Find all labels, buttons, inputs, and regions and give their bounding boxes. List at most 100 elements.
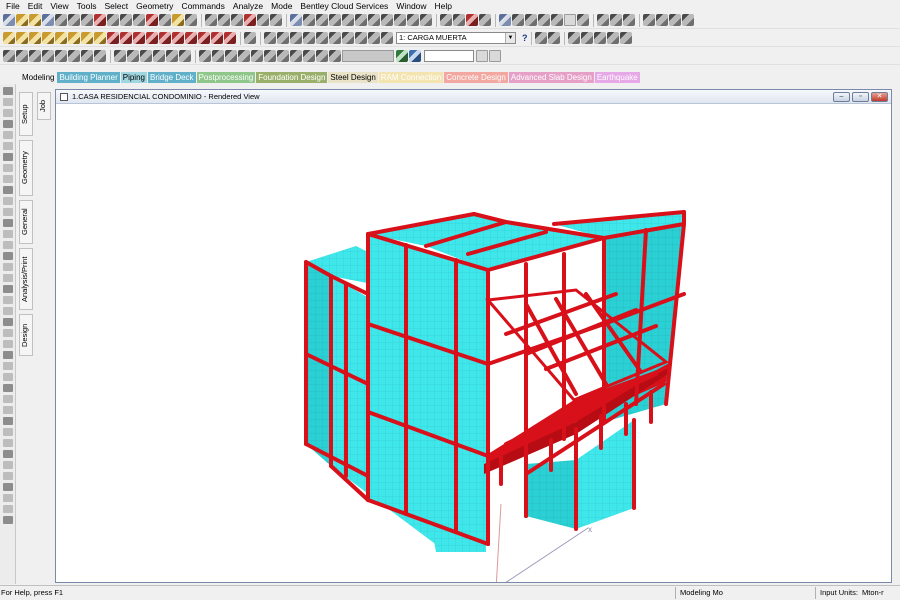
tb1-tool-icon-24[interactable]: [303, 14, 315, 26]
tb1-tool-icon-40[interactable]: [499, 14, 511, 26]
module-tab-steel-design[interactable]: Steel Design: [328, 71, 378, 83]
tb1-tool-icon-33[interactable]: [420, 14, 432, 26]
tb3-tool-icon-19[interactable]: [238, 50, 250, 62]
menu-help[interactable]: Help: [431, 0, 456, 12]
tb1-tool-icon-17[interactable]: [218, 14, 230, 26]
palette-tool-icon-21[interactable]: [3, 318, 13, 326]
tb2b-tool-icon-1[interactable]: [547, 32, 560, 44]
tab-job[interactable]: Job: [37, 92, 51, 120]
tb3-tool-icon-12[interactable]: [153, 50, 165, 62]
tb1-tool-icon-53[interactable]: [656, 14, 668, 26]
palette-tool-icon-16[interactable]: [3, 263, 13, 271]
palette-tool-icon-8[interactable]: [3, 175, 13, 183]
palette-tool-icon-11[interactable]: [3, 208, 13, 216]
palette-tool-icon-10[interactable]: [3, 197, 13, 205]
menu-bentley-cloud-services[interactable]: Bentley Cloud Services: [296, 0, 392, 12]
menu-tools[interactable]: Tools: [73, 0, 101, 12]
module-tab-modeling[interactable]: Modeling: [20, 71, 57, 83]
tb1-tool-icon-36[interactable]: [453, 14, 465, 26]
tb2-tool-icon-3[interactable]: [42, 32, 54, 44]
tb2-tool-icon-17[interactable]: [224, 32, 236, 44]
palette-tool-icon-15[interactable]: [3, 252, 13, 260]
tb3b-tool-icon-1[interactable]: [409, 50, 421, 62]
tb1-tool-icon-11[interactable]: [146, 14, 158, 26]
tb2b-tool-icon-5[interactable]: [593, 32, 606, 44]
tb1-tool-icon-13[interactable]: [172, 14, 184, 26]
tb3-tool-icon-21[interactable]: [264, 50, 276, 62]
palette-tool-icon-27[interactable]: [3, 384, 13, 392]
tb1-tool-icon-42[interactable]: [525, 14, 537, 26]
tb2-tool-icon-16[interactable]: [211, 32, 223, 44]
palette-tool-icon-23[interactable]: [3, 340, 13, 348]
tb1-tool-icon-38[interactable]: [479, 14, 491, 26]
palette-tool-icon-38[interactable]: [3, 505, 13, 513]
tb2-tool-icon-22[interactable]: [277, 32, 289, 44]
tb3-tool-icon-11[interactable]: [140, 50, 152, 62]
palette-tool-icon-25[interactable]: [3, 362, 13, 370]
module-tab-building-planner[interactable]: Building Planner: [57, 71, 120, 83]
tb2-tool-icon-7[interactable]: [94, 32, 106, 44]
tb2-tool-icon-0[interactable]: [3, 32, 15, 44]
menu-analyze[interactable]: Analyze: [229, 0, 267, 12]
tb3-tool-icon-10[interactable]: [127, 50, 139, 62]
tb3-tool-icon-18[interactable]: [225, 50, 237, 62]
tb2-tool-icon-14[interactable]: [185, 32, 197, 44]
view-zoom-field[interactable]: [342, 50, 394, 62]
tb2-tool-icon-8[interactable]: [107, 32, 119, 44]
tb1-tool-icon-27[interactable]: [342, 14, 354, 26]
palette-tool-icon-17[interactable]: [3, 274, 13, 282]
tb1-tool-icon-28[interactable]: [355, 14, 367, 26]
module-tab-ram-connection[interactable]: RAM Connection: [378, 71, 444, 83]
tb2-tool-icon-1[interactable]: [16, 32, 28, 44]
tb1-tool-icon-25[interactable]: [316, 14, 328, 26]
tb3-tool-icon-13[interactable]: [166, 50, 178, 62]
tb2-tool-icon-23[interactable]: [290, 32, 302, 44]
tb1-tool-icon-10[interactable]: [133, 14, 145, 26]
tb2-tool-icon-28[interactable]: [355, 32, 367, 44]
tb1-tool-icon-16[interactable]: [205, 14, 217, 26]
tab-setup[interactable]: Setup: [19, 92, 33, 136]
menu-file[interactable]: File: [2, 0, 24, 12]
tb1-tool-icon-1[interactable]: [16, 14, 28, 26]
tb1-tool-icon-30[interactable]: [381, 14, 393, 26]
minimize-button[interactable]: –: [833, 92, 850, 102]
palette-tool-icon-13[interactable]: [3, 230, 13, 238]
tb2-tool-icon-29[interactable]: [368, 32, 380, 44]
tb1-tool-icon-41[interactable]: [512, 14, 524, 26]
module-tab-postprocessing[interactable]: Postprocessing: [196, 71, 256, 83]
palette-tool-icon-32[interactable]: [3, 439, 13, 447]
restore-button[interactable]: ▫: [852, 92, 869, 102]
menu-window[interactable]: Window: [392, 0, 430, 12]
tb2-tool-icon-21[interactable]: [264, 32, 276, 44]
module-tab-concrete-design[interactable]: Concrete Design: [444, 71, 508, 83]
tb1-tool-icon-45[interactable]: [564, 14, 576, 26]
tb2-tool-icon-5[interactable]: [68, 32, 80, 44]
module-tab-bridge-deck[interactable]: Bridge Deck: [147, 71, 196, 83]
tb3-tool-icon-25[interactable]: [316, 50, 328, 62]
menu-edit[interactable]: Edit: [24, 0, 47, 12]
tb2-tool-icon-13[interactable]: [172, 32, 184, 44]
3d-viewport[interactable]: x: [56, 104, 891, 590]
tb2-tool-icon-9[interactable]: [120, 32, 132, 44]
tb2b-tool-icon-7[interactable]: [619, 32, 632, 44]
tb2-tool-icon-26[interactable]: [329, 32, 341, 44]
tb2-tool-icon-27[interactable]: [342, 32, 354, 44]
tb1-tool-icon-29[interactable]: [368, 14, 380, 26]
module-tab-piping[interactable]: Piping: [120, 71, 147, 83]
tb3-tool-icon-1[interactable]: [16, 50, 28, 62]
tb2b-tool-icon-4[interactable]: [580, 32, 593, 44]
menu-view[interactable]: View: [46, 0, 72, 12]
palette-tool-icon-36[interactable]: [3, 483, 13, 491]
tb3b-tool-icon-0[interactable]: [396, 50, 408, 62]
tb3-tool-icon-5[interactable]: [68, 50, 80, 62]
palette-tool-icon-26[interactable]: [3, 373, 13, 381]
tb1-tool-icon-26[interactable]: [329, 14, 341, 26]
tb3-tool-icon-9[interactable]: [114, 50, 126, 62]
palette-tool-icon-7[interactable]: [3, 164, 13, 172]
tb1-tool-icon-37[interactable]: [466, 14, 478, 26]
tb2b-tool-icon-0[interactable]: [534, 32, 547, 44]
tb1-tool-icon-5[interactable]: [68, 14, 80, 26]
tb2b-tool-icon-6[interactable]: [606, 32, 619, 44]
tb1-tool-icon-19[interactable]: [244, 14, 256, 26]
palette-tool-icon-20[interactable]: [3, 307, 13, 315]
